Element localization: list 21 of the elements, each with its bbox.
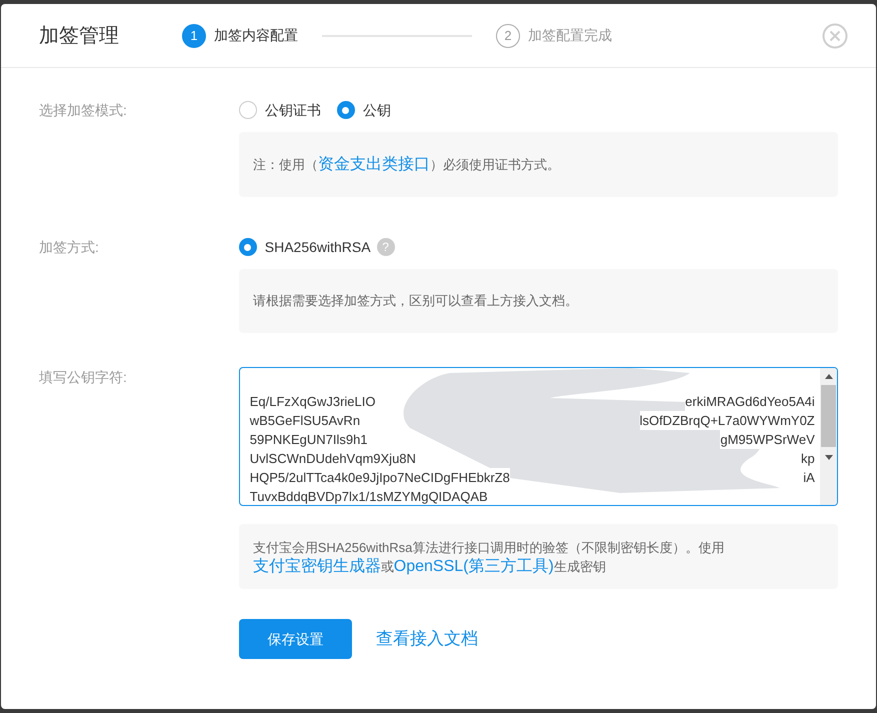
radio-option[interactable]: 公钥 [336, 100, 391, 120]
link[interactable]: OpenSSL(第三方工具) [394, 558, 554, 574]
scroll-up-icon[interactable] [824, 374, 832, 379]
key-textarea[interactable]: Eq/LFzXqGwJ3rieLIO erkiMRAGd6dYeo5A4i wB5GeFlSU5AvRn lsOfDZBrqQ+L7a0WYWmY0Z 59PNKEgUN7Ils9h1 gM95WPSrWeV UvlSCWnDUdehVqm9Xju8N kp HQP5/2ulTTca4k0e9JjIpo7NeCIDgFHEbkrZ8 iA TuvxBddqBVDp7lx1/1sMZYMgQIDAQAB [238, 367, 838, 506]
dialog-title: 加签管理 [39, 24, 120, 48]
docs-link[interactable]: 查看接入文档 [376, 626, 478, 652]
link[interactable]: 支付宝密钥生成器 [252, 558, 381, 574]
scroll-down-icon[interactable] [824, 455, 832, 460]
radio-option[interactable]: 公钥证书 [238, 100, 321, 120]
field-label: 填写公钥字符: [39, 368, 128, 387]
step: 1 加签内容配置 [182, 24, 298, 48]
link[interactable]: 资金支出类接口 [318, 156, 430, 172]
step: 2 加签配置完成 [496, 24, 612, 48]
note-text: 支付宝会用SHA256withRsa算法进行接口调用时的验签（不限制密钥长度）。使用 支付宝密钥生成器或OpenSSL(第三方工具)生成密钥 [252, 538, 726, 576]
save-button[interactable]: 保存设置 [238, 619, 352, 659]
note-text: 注：使用（资金支出类接口）必须使用证书方式。 [252, 154, 560, 174]
radio-option[interactable]: SHA256withRSA [238, 236, 371, 258]
scrollbar[interactable] [820, 368, 837, 505]
field-label: 加签方式: [39, 238, 100, 257]
note-text: 请根据需要选择加签方式，区别可以查看上方接入文档。 [252, 292, 578, 310]
field-label: 选择加签模式: [39, 101, 128, 120]
